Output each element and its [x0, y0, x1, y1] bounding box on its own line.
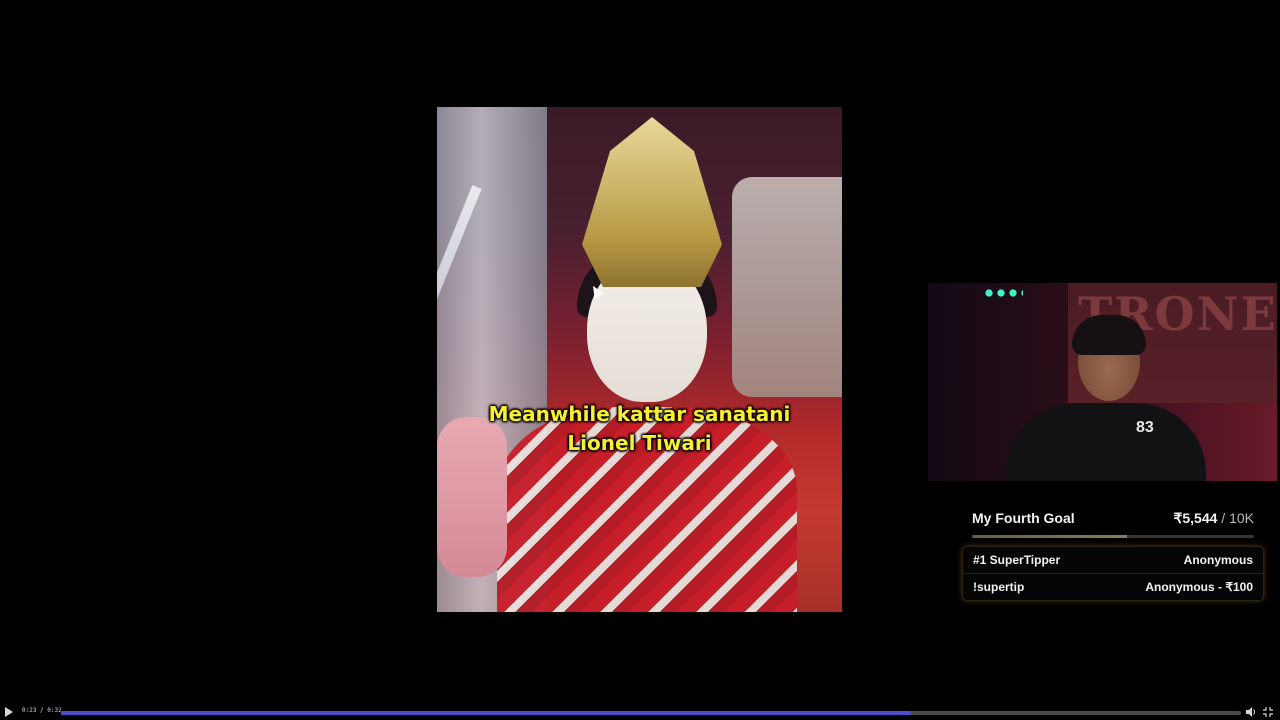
tipper-row-value: Anonymous - ₹100 — [1145, 580, 1253, 594]
time-display: 0:23 / 0:32 — [22, 707, 62, 714]
tipper-row-value: Anonymous — [1183, 553, 1253, 567]
goal-amount: ₹5,544 / 10K — [1173, 510, 1254, 527]
goal-title: My Fourth Goal — [972, 510, 1075, 526]
jersey-number: 83 — [1136, 419, 1154, 436]
streamer-body — [1006, 403, 1206, 481]
volume-icon[interactable] — [1245, 706, 1257, 718]
tipper-row-label: !supertip — [973, 580, 1025, 594]
webcam-overlay: TRONE 83 — [928, 283, 1277, 481]
idol-crown — [582, 117, 722, 287]
goal-header: My Fourth Goal ₹5,544 / 10K — [962, 505, 1264, 531]
goal-current: ₹5,544 — [1173, 509, 1218, 526]
play-icon[interactable] — [5, 707, 13, 717]
player-controls: 0:23 / 0:32 — [0, 703, 1280, 720]
tip-goal-widget: My Fourth Goal ₹5,544 / 10K #1 SuperTipp… — [962, 505, 1264, 601]
video-subtitle-line2: Lionel Tiwari — [567, 431, 712, 455]
tipper-row: !supertip Anonymous - ₹100 — [963, 573, 1263, 600]
goal-target: / 10K — [1221, 509, 1254, 526]
video-subtitle-line1: Meanwhile kattar sanatani — [488, 402, 791, 426]
goal-progress-fill — [972, 535, 1128, 538]
video-frame[interactable]: Meanwhile kattar sanatani Lionel Tiwari — [437, 107, 842, 612]
tipper-row-label: #1 SuperTipper — [973, 553, 1061, 567]
tipper-box: #1 SuperTipper Anonymous !supertip Anony… — [962, 546, 1264, 601]
seek-bar[interactable] — [61, 711, 1241, 715]
fullscreen-exit-icon[interactable] — [1262, 706, 1274, 718]
streamer-hair — [1072, 315, 1146, 355]
tipper-row: #1 SuperTipper Anonymous — [963, 547, 1263, 573]
seek-progress — [61, 711, 911, 715]
rgb-lights — [983, 287, 1023, 301]
ornament-right — [732, 177, 842, 397]
streamer: 83 — [1006, 315, 1206, 481]
goal-progress-bar — [972, 535, 1254, 538]
